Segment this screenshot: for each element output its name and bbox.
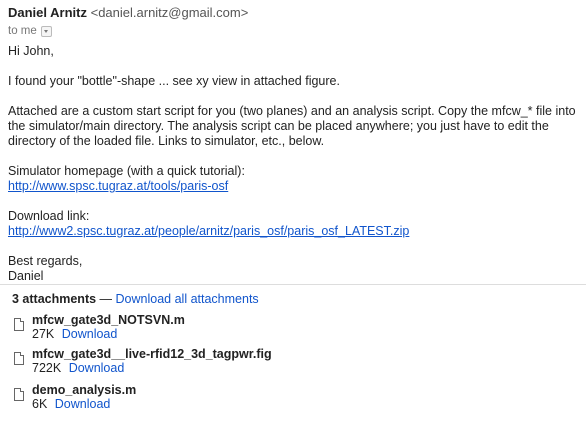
download-label: Download link: bbox=[8, 209, 90, 223]
body-paragraph-1: I found your "bottle"-shape ... see xy v… bbox=[8, 74, 340, 88]
recipient-label: to me bbox=[8, 25, 37, 37]
attachment-size: 6K bbox=[32, 397, 48, 411]
attachment-size: 722K bbox=[32, 361, 62, 375]
attachments-header: 3 attachments — Download all attachments bbox=[12, 292, 259, 306]
sender-email: <daniel.arnitz@gmail.com> bbox=[90, 5, 249, 20]
signoff: Best regards, Daniel bbox=[8, 254, 578, 284]
file-icon bbox=[14, 318, 24, 331]
attachments-count: 3 attachments bbox=[12, 292, 97, 306]
simulator-section: Simulator homepage (with a quick tutoria… bbox=[8, 164, 578, 194]
simulator-label: Simulator homepage (with a quick tutoria… bbox=[8, 164, 245, 178]
closing: Best regards, bbox=[8, 254, 83, 268]
attachment-download-button[interactable]: Download bbox=[55, 397, 111, 411]
attachment-name: mfcw_gate3d__live-rfid12_3d_tagpwr.fig bbox=[32, 347, 272, 361]
recipient-line: to me bbox=[8, 25, 52, 37]
attachment-name: demo_analysis.m bbox=[32, 383, 137, 397]
attachment-download-button[interactable]: Download bbox=[69, 361, 125, 375]
attachments-divider bbox=[0, 284, 586, 285]
attachments-separator: — bbox=[99, 292, 113, 306]
attachment-item: mfcw_gate3d__live-rfid12_3d_tagpwr.fig 7… bbox=[14, 347, 272, 375]
download-link[interactable]: http://www2.spsc.tugraz.at/people/arnitz… bbox=[8, 224, 409, 238]
file-icon bbox=[14, 352, 24, 365]
attachment-name: mfcw_gate3d_NOTSVN.m bbox=[32, 313, 185, 327]
download-section: Download link: http://www2.spsc.tugraz.a… bbox=[8, 209, 578, 239]
download-all-button[interactable]: Download all attachments bbox=[116, 292, 259, 306]
attachment-size: 27K bbox=[32, 327, 55, 341]
signature: Daniel bbox=[8, 269, 44, 283]
chevron-down-icon[interactable] bbox=[40, 25, 52, 37]
sender-name[interactable]: Daniel Arnitz bbox=[8, 5, 87, 20]
attachment-item: mfcw_gate3d_NOTSVN.m 27K Download bbox=[14, 313, 185, 341]
email-body: Hi John, I found your "bottle"-shape ...… bbox=[8, 44, 578, 299]
attachment-item: demo_analysis.m 6K Download bbox=[14, 383, 136, 411]
file-icon bbox=[14, 388, 24, 401]
email-header: Daniel Arnitz <daniel.arnitz@gmail.com> bbox=[8, 5, 248, 20]
attachment-download-button[interactable]: Download bbox=[62, 327, 118, 341]
simulator-link[interactable]: http://www.spsc.tugraz.at/tools/paris-os… bbox=[8, 179, 228, 193]
body-paragraph-2: Attached are a custom start script for y… bbox=[8, 104, 576, 148]
greeting: Hi John, bbox=[8, 44, 54, 58]
